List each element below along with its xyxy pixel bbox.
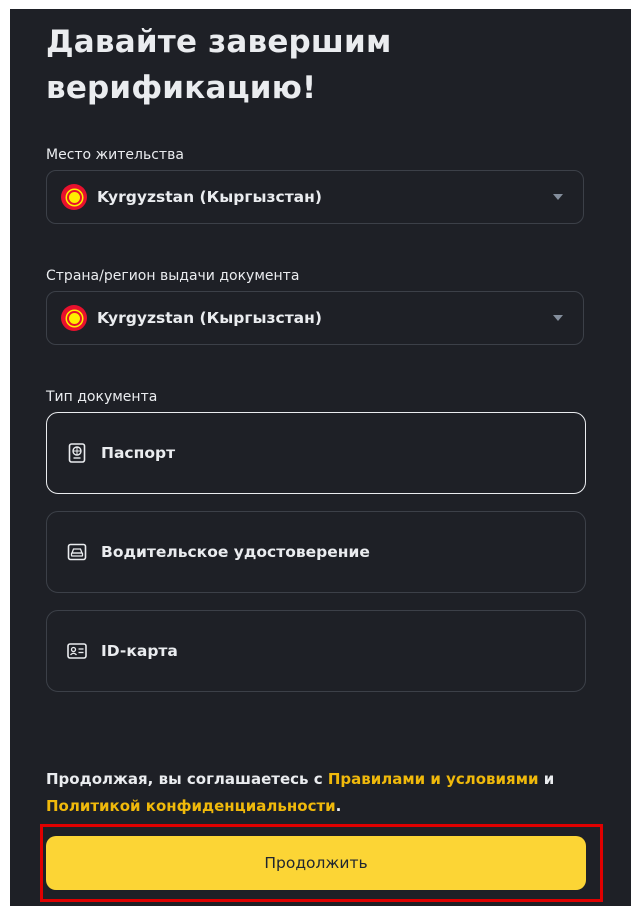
continue-button[interactable]: Продолжить (46, 836, 586, 890)
issuing-country-select[interactable]: Kyrgyzstan (Кыргызстан) (46, 291, 584, 345)
page-title-line-2: верификацию! (46, 70, 317, 106)
chevron-down-icon (553, 315, 563, 321)
kyrgyzstan-flag-icon (61, 305, 87, 331)
id-card-icon (67, 641, 87, 661)
page-title-line-1: Давайте завершим (46, 24, 392, 60)
document-type-label: Тип документа (46, 389, 158, 405)
document-option-passport[interactable]: Паспорт (46, 412, 586, 494)
terms-link[interactable]: Правилами и условиями (328, 770, 539, 788)
residence-select[interactable]: Kyrgyzstan (Кыргызстан) (46, 170, 584, 224)
terms-notice: Продолжая, вы соглашаетесь с Правилами и… (46, 766, 606, 820)
verification-panel: Давайте завершим верификацию! Место жите… (10, 9, 631, 906)
page-title: Давайте завершим верификацию! (46, 19, 606, 111)
document-option-drivers-license[interactable]: Водительское удостоверение (46, 511, 586, 593)
document-option-label: Водительское удостоверение (101, 543, 370, 561)
terms-conjunction: и (538, 770, 555, 788)
document-option-label: Паспорт (101, 444, 176, 462)
terms-prefix: Продолжая, вы соглашаетесь с (46, 770, 328, 788)
document-option-id-card[interactable]: ID-карта (46, 610, 586, 692)
issuing-country-value: Kyrgyzstan (Кыргызстан) (97, 309, 322, 327)
document-option-label: ID-карта (101, 642, 178, 660)
residence-label: Место жительства (46, 147, 184, 163)
issuing-country-label: Страна/регион выдачи документа (46, 268, 300, 284)
kyrgyzstan-flag-icon (61, 184, 87, 210)
passport-icon (67, 443, 87, 463)
chevron-down-icon (553, 194, 563, 200)
privacy-policy-link[interactable]: Политикой конфиденциальности (46, 797, 336, 815)
car-icon (67, 542, 87, 562)
residence-value: Kyrgyzstan (Кыргызстан) (97, 188, 322, 206)
terms-suffix: . (335, 797, 342, 815)
